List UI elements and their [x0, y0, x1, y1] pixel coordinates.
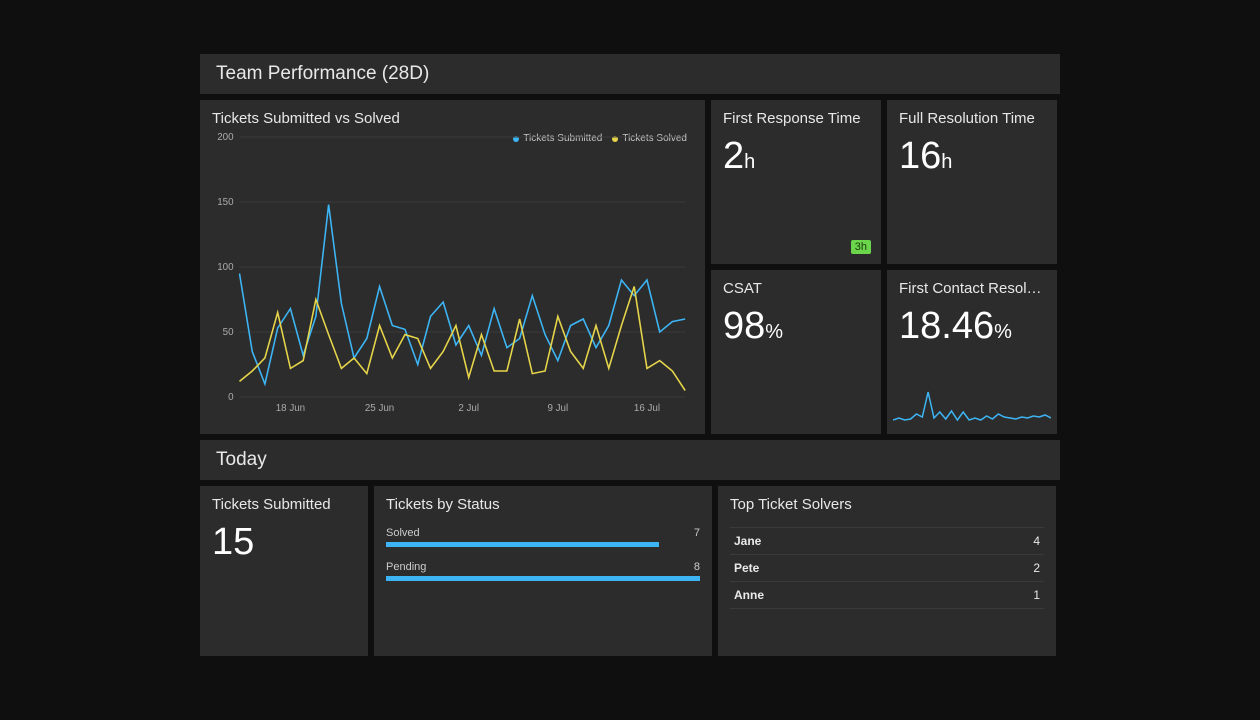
svg-text:150: 150 [217, 197, 234, 208]
stat-full-resolution: 16h [899, 137, 1045, 175]
card-title-csat: CSAT [723, 280, 869, 297]
status-bar [386, 576, 700, 581]
stat-csat: 98% [723, 307, 869, 345]
card-title-by-status: Tickets by Status [386, 496, 700, 513]
status-rows: Solved 7 Pending 8 [386, 527, 700, 581]
svg-text:9 Jul: 9 Jul [547, 403, 568, 414]
stat-csat-value: 98 [723, 305, 765, 347]
svg-text:16 Jul: 16 Jul [634, 403, 660, 414]
svg-text:50: 50 [223, 327, 234, 338]
solver-count: 4 [1033, 534, 1040, 548]
solver-name: Anne [734, 588, 764, 602]
card-full-resolution: Full Resolution Time 16h [887, 100, 1057, 264]
stat-fcr-unit: % [994, 321, 1012, 343]
card-csat: CSAT 98% [711, 270, 881, 434]
card-top-solvers: Top Ticket Solvers Jane 4Pete 2Anne 1 [718, 486, 1056, 656]
status-row: Solved 7 [386, 527, 700, 547]
card-title-full-resolution: Full Resolution Time [899, 110, 1045, 127]
card-by-status: Tickets by Status Solved 7 Pending 8 [374, 486, 712, 656]
card-tickets-chart: Tickets Submitted vs Solved Tickets Subm… [200, 100, 705, 434]
solver-row: Jane 4 [730, 527, 1044, 555]
status-label: Pending [386, 561, 426, 573]
card-title-today-submitted: Tickets Submitted [212, 496, 356, 513]
tickets-chart-svg: 0 50 100 150 200 18 Jun 25 Jun 2 Jul 9 Jul 16 Jul [212, 133, 693, 419]
svg-text:200: 200 [217, 133, 234, 143]
solver-name: Pete [734, 561, 759, 575]
solver-row: Anne 1 [730, 582, 1044, 609]
stat-fcr-value: 18.46 [899, 305, 994, 347]
stat-today-submitted: 15 [212, 523, 356, 561]
grid-28d: Tickets Submitted vs Solved Tickets Subm… [200, 100, 1060, 434]
stat-fcr: 18.46% [899, 307, 1045, 345]
card-first-response: First Response Time 2h 3h [711, 100, 881, 264]
section-header-28d: Team Performance (28D) [200, 54, 1060, 94]
status-bar-bg [386, 542, 700, 547]
svg-text:25 Jun: 25 Jun [365, 403, 394, 414]
stat-first-response: 2h [723, 137, 869, 175]
status-bar-bg [386, 576, 700, 581]
stat-full-resolution-unit: h [941, 151, 952, 173]
svg-text:100: 100 [217, 262, 234, 273]
solver-row: Pete 2 [730, 555, 1044, 582]
stat-csat-unit: % [765, 321, 783, 343]
grid-today: Tickets Submitted 15 Tickets by Status S… [200, 486, 1060, 656]
status-value: 7 [694, 527, 700, 539]
solver-rows: Jane 4Pete 2Anne 1 [730, 527, 1044, 609]
card-title-tickets-chart: Tickets Submitted vs Solved [212, 110, 693, 127]
card-fcr: First Contact Resol… 18.46% [887, 270, 1057, 434]
first-response-badge: 3h [851, 240, 871, 254]
card-title-top-solvers: Top Ticket Solvers [730, 496, 1044, 513]
dashboard: Team Performance (28D) Tickets Submitted… [200, 54, 1060, 656]
status-row: Pending 8 [386, 561, 700, 581]
stat-first-response-unit: h [744, 151, 755, 173]
card-title-first-response: First Response Time [723, 110, 869, 127]
section-header-today: Today [200, 440, 1060, 480]
svg-text:18 Jun: 18 Jun [276, 403, 305, 414]
status-bar [386, 542, 659, 547]
card-title-fcr: First Contact Resol… [899, 280, 1045, 297]
tickets-chart: Tickets Submitted Tickets Solved 0501001… [212, 133, 693, 419]
status-value: 8 [694, 561, 700, 573]
svg-text:2 Jul: 2 Jul [458, 403, 479, 414]
status-label: Solved [386, 527, 420, 539]
card-today-submitted: Tickets Submitted 15 [200, 486, 368, 656]
solver-name: Jane [734, 534, 761, 548]
svg-text:0: 0 [228, 392, 234, 403]
stat-full-resolution-value: 16 [899, 135, 941, 177]
solver-count: 1 [1033, 588, 1040, 602]
fcr-sparkline [893, 386, 1051, 426]
solver-count: 2 [1033, 561, 1040, 575]
stat-first-response-value: 2 [723, 135, 744, 177]
